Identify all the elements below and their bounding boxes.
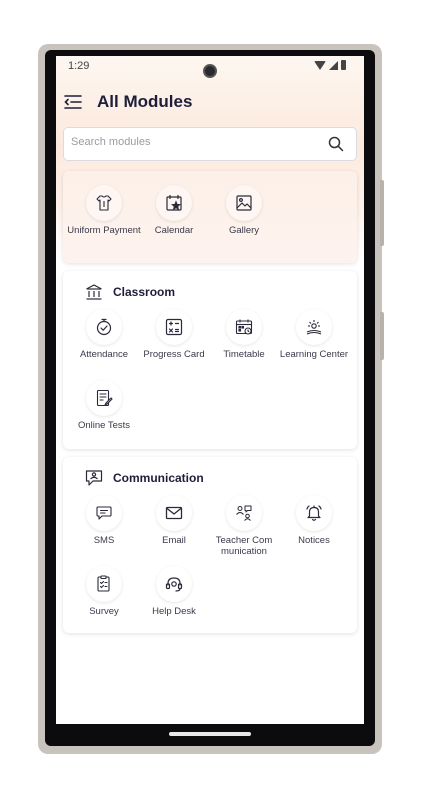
module-uniform-payment[interactable]: Uniform Payment [66, 185, 142, 236]
status-bar: 1:29 [56, 56, 364, 78]
module-help-desk[interactable]: Help Desk [136, 566, 212, 617]
power-button [380, 312, 384, 360]
module-notices[interactable]: Notices [276, 495, 352, 546]
module-label: Learning Center [279, 349, 349, 360]
module-label: Attendance [79, 349, 129, 360]
section-header: Classroom [85, 282, 175, 302]
search-icon[interactable] [328, 136, 344, 152]
bell-icon [306, 505, 322, 521]
timetable-icon [235, 319, 253, 335]
sms-icon [96, 506, 112, 520]
search-input[interactable] [71, 136, 311, 148]
wifi-icon [314, 60, 326, 70]
module-label: Notices [298, 535, 330, 546]
module-teacher-communication[interactable]: Teacher Com munication [206, 495, 282, 557]
calendar-star-icon [166, 195, 182, 211]
classroom-card: Classroom Attendance Progress Card Timet… [63, 271, 357, 449]
module-gallery[interactable]: Gallery [206, 185, 282, 236]
home-indicator[interactable] [169, 732, 251, 736]
module-label: Progress Card [143, 349, 205, 360]
tshirt-icon [96, 195, 112, 211]
module-sms[interactable]: SMS [66, 495, 142, 546]
status-time: 1:29 [68, 60, 90, 72]
communication-icon [85, 470, 103, 486]
signal-icon [329, 60, 338, 70]
module-online-tests[interactable]: Online Tests [66, 380, 142, 431]
module-attendance[interactable]: Attendance [66, 309, 142, 360]
email-icon [165, 506, 183, 520]
volume-button [380, 180, 384, 246]
section-title: Communication [113, 471, 204, 485]
module-label: Help Desk [152, 606, 196, 617]
module-learning-center[interactable]: Learning Center [276, 309, 352, 360]
module-progress-card[interactable]: Progress Card [136, 309, 212, 360]
calculator-icon [165, 318, 183, 336]
online-test-icon [96, 389, 113, 407]
module-label: SMS [93, 535, 115, 546]
module-label: Teacher Com munication [215, 535, 273, 557]
module-label: Online Tests [77, 420, 131, 431]
module-calendar[interactable]: Calendar [136, 185, 212, 236]
app-screen: 1:29 All Modules Search modules Uniform … [56, 56, 364, 724]
module-label: Gallery [228, 225, 260, 236]
module-email[interactable]: Email [136, 495, 212, 546]
module-label: Email [162, 535, 186, 546]
image-icon [236, 195, 252, 211]
module-label: Survey [89, 606, 119, 617]
quick-modules-card: Uniform Payment Calendar Gallery [63, 171, 357, 263]
module-timetable[interactable]: Timetable [206, 309, 282, 360]
survey-icon [97, 575, 110, 592]
status-icons [314, 60, 346, 70]
section-title: Classroom [113, 285, 176, 299]
page-title: All Modules [97, 92, 193, 111]
headset-icon [165, 577, 183, 592]
communication-card: Communication SMS Email Teacher Com muni… [63, 457, 357, 633]
front-camera [203, 64, 217, 78]
teacher-communication-icon [236, 505, 252, 521]
app-bar: All Modules [56, 86, 364, 118]
search-box[interactable] [63, 127, 357, 161]
menu-collapse-icon[interactable] [64, 94, 82, 110]
battery-icon [341, 60, 346, 70]
learning-center-icon [306, 320, 322, 335]
module-survey[interactable]: Survey [66, 566, 142, 617]
module-label: Calendar [154, 225, 194, 236]
attendance-check-icon [96, 318, 112, 336]
classroom-icon [86, 284, 102, 300]
module-label: Uniform Payment [67, 225, 141, 236]
module-label: Timetable [223, 349, 265, 360]
section-header: Communication [85, 468, 204, 488]
